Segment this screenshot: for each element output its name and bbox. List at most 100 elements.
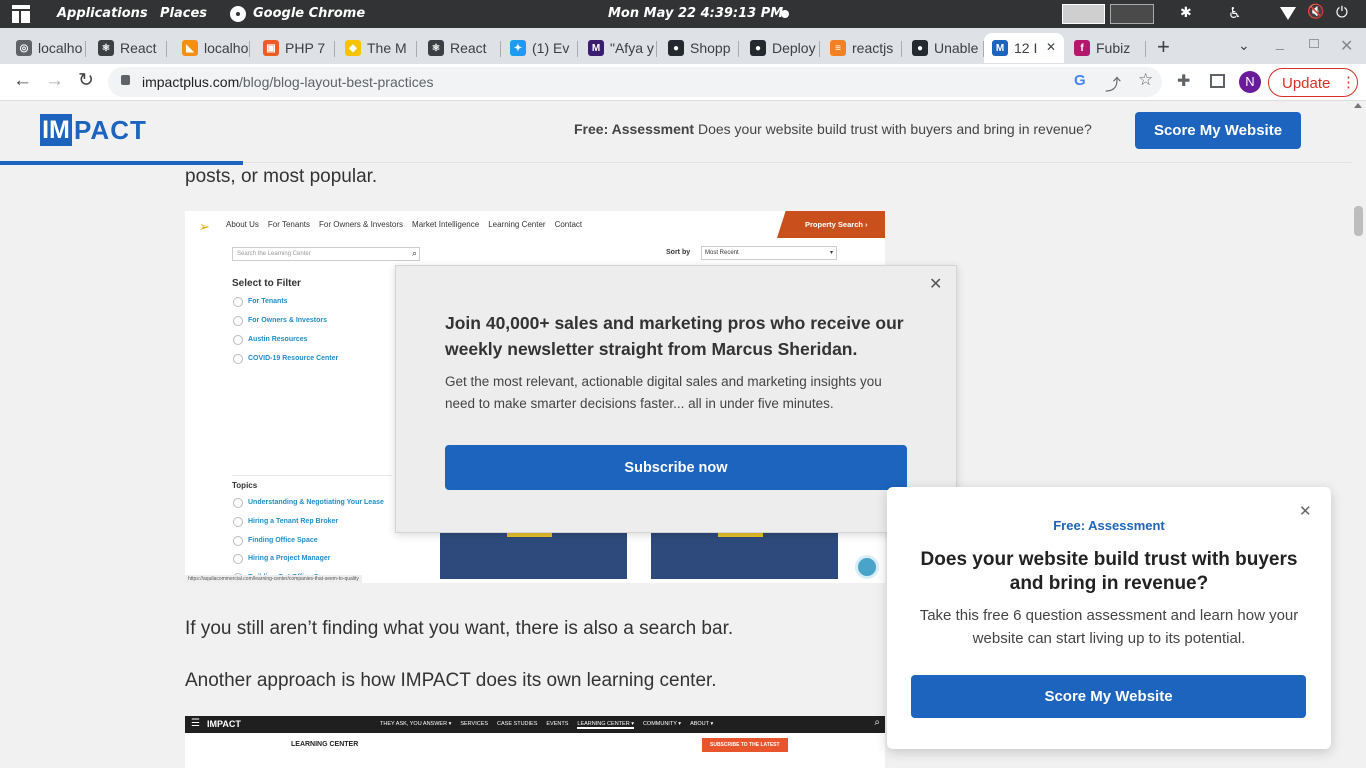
- update-label: Update: [1282, 75, 1331, 92]
- impact-nav-item: CASE STUDIES: [497, 721, 538, 727]
- card-body: Take this free 6 question assessment and…: [919, 607, 1299, 647]
- impact-nav-item: COMMUNITY ▾: [642, 721, 682, 727]
- tab-11[interactable]: ≡ reactjs: [822, 33, 902, 63]
- tab-label: React: [450, 40, 487, 56]
- tab-2[interactable]: ⚛ React: [90, 33, 167, 63]
- tab-search-icon[interactable]: ⌄: [1238, 37, 1250, 54]
- places-menu[interactable]: Places: [160, 6, 207, 21]
- activities-icon[interactable]: [12, 5, 30, 23]
- minimize-button[interactable]: _: [1276, 34, 1284, 50]
- tab-9[interactable]: ● Shopp: [660, 33, 739, 63]
- tab-separator: [334, 41, 335, 57]
- topic-radio: [233, 498, 243, 508]
- forward-icon[interactable]: →: [45, 70, 64, 92]
- tab-separator: [500, 41, 501, 57]
- aquila-logo-icon: ➢: [199, 219, 210, 234]
- workspace-2[interactable]: [1110, 4, 1154, 24]
- applications-menu[interactable]: Applications: [57, 6, 148, 21]
- react-icon: ⚛: [428, 40, 444, 56]
- tab-4[interactable]: ▣ PHP 7: [255, 33, 335, 63]
- topic-radio: [233, 554, 243, 565]
- tab-label: The M: [367, 40, 407, 56]
- filter-radio: [233, 335, 243, 345]
- url-path[interactable]: /blog/blog-layout-best-practices: [239, 74, 434, 90]
- notification-dot: [781, 10, 789, 18]
- tab-separator: [577, 41, 578, 57]
- lock-icon[interactable]: [121, 75, 130, 85]
- fubiz-icon: f: [1074, 40, 1090, 56]
- share-icon[interactable]: ⤴: [1105, 71, 1121, 95]
- sort-value: Most Recent: [705, 250, 739, 256]
- reading-progress-bar: [0, 161, 244, 165]
- assessment-banner: Free: Assessment Does your website build…: [574, 121, 1092, 137]
- impact-nav-item: EVENTS: [546, 721, 569, 727]
- score-my-website-button[interactable]: Score My Website: [1135, 112, 1301, 149]
- volume-muted-icon[interactable]: 🔇: [1307, 4, 1324, 20]
- m-icon: M: [588, 40, 604, 56]
- accessibility-icon[interactable]: ♿: [1228, 4, 1241, 22]
- wifi-icon[interactable]: [1280, 7, 1296, 20]
- mini-search-icon: ⌕: [874, 717, 880, 728]
- scroll-up-arrow[interactable]: [1354, 103, 1362, 108]
- newsletter-modal: ✕ Join 40,000+ sales and marketing pros …: [395, 265, 957, 533]
- chat-icon[interactable]: [855, 555, 879, 579]
- workspace-1[interactable]: [1062, 4, 1105, 24]
- extensions-icon[interactable]: ✚: [1177, 71, 1190, 91]
- tab-7[interactable]: ✦ (1) Ev: [502, 33, 578, 63]
- screenshot-nav-item: Contact: [554, 220, 583, 229]
- bluetooth-icon[interactable]: ✱: [1180, 5, 1192, 21]
- avatar[interactable]: N: [1239, 71, 1261, 93]
- power-icon[interactable]: ⏻: [1336, 3, 1348, 21]
- assessment-card: ✕ Free: Assessment Does your website bui…: [887, 487, 1331, 749]
- close-window-button[interactable]: ✕: [1340, 36, 1353, 56]
- screenshot-search-box: Search the Learning Center ⌕: [232, 247, 420, 261]
- bookmark-star-icon[interactable]: ☆: [1138, 70, 1153, 90]
- tab-14[interactable]: f Fubiz: [1066, 33, 1146, 63]
- screenshot-nav-item: For Tenants: [267, 220, 311, 229]
- active-app-name[interactable]: Google Chrome: [253, 6, 365, 21]
- tab-5[interactable]: ◆ The M: [337, 33, 417, 63]
- filter-divider: [232, 475, 392, 476]
- property-search-tab: Property Search ›: [777, 211, 885, 238]
- reload-icon[interactable]: ↻: [78, 69, 94, 92]
- impact-nav-item: THEY ASK, YOU ANSWER ▾: [380, 721, 452, 727]
- tab-separator: [416, 41, 417, 57]
- google-icon[interactable]: G: [1074, 72, 1086, 89]
- tab-label: (1) Ev: [532, 40, 570, 56]
- url-domain[interactable]: impactplus.com: [142, 74, 239, 90]
- screenshot-nav-item: For Owners & Investors: [319, 220, 404, 229]
- close-tab-icon[interactable]: ✕: [1046, 40, 1056, 54]
- page-scrollbar[interactable]: [1351, 101, 1366, 768]
- side-panel-icon[interactable]: [1210, 74, 1225, 88]
- github-icon: ●: [668, 40, 684, 56]
- tab-separator: [166, 41, 167, 57]
- new-tab-button[interactable]: +: [1157, 34, 1170, 60]
- tab-8[interactable]: M "Afya y: [580, 33, 657, 63]
- address-bar[interactable]: impactplus.com /blog/blog-layout-best-pr…: [108, 67, 1162, 97]
- tab-6[interactable]: ⚛ React: [420, 33, 501, 63]
- subscribe-now-button[interactable]: Subscribe now: [445, 445, 907, 490]
- scrollbar-thumb[interactable]: [1354, 206, 1363, 236]
- tab-1[interactable]: ◎ localho: [8, 33, 86, 63]
- chrome-icon: [230, 6, 246, 22]
- maximize-button[interactable]: [1309, 39, 1319, 48]
- tab-12[interactable]: ● Unable: [904, 33, 984, 63]
- screenshot-nav: About Us For Tenants For Owners & Investor…: [226, 220, 591, 229]
- impact-logo[interactable]: IM PACT: [40, 114, 147, 146]
- tab-10[interactable]: ● Deploy: [742, 33, 820, 63]
- card-score-button[interactable]: Score My Website: [911, 675, 1306, 718]
- screenshot-search-placeholder: Search the Learning Center: [237, 251, 311, 257]
- filter-title: Select to Filter: [232, 278, 301, 289]
- back-icon[interactable]: ←: [13, 70, 32, 92]
- filter-item: COVID-19 Resource Center: [248, 355, 339, 362]
- github-icon: ●: [912, 40, 928, 56]
- tab-separator: [1145, 41, 1146, 57]
- close-modal-icon[interactable]: ✕: [929, 274, 942, 294]
- tab-13[interactable]: M 12 I ✕: [984, 33, 1064, 63]
- tab-3[interactable]: ◣ localho: [174, 33, 250, 63]
- web-page: IM PACT Free: Assessment Does your websi…: [0, 101, 1351, 768]
- clock[interactable]: Mon May 22 4:39:13 PM: [608, 6, 783, 21]
- update-button[interactable]: Update ⋮: [1268, 68, 1358, 97]
- impact-nav-links: THEY ASK, YOU ANSWER ▾ SERVICES CASE STUDI…: [380, 721, 722, 729]
- article-text-approach: Another approach is how IMPACT does its …: [185, 670, 717, 691]
